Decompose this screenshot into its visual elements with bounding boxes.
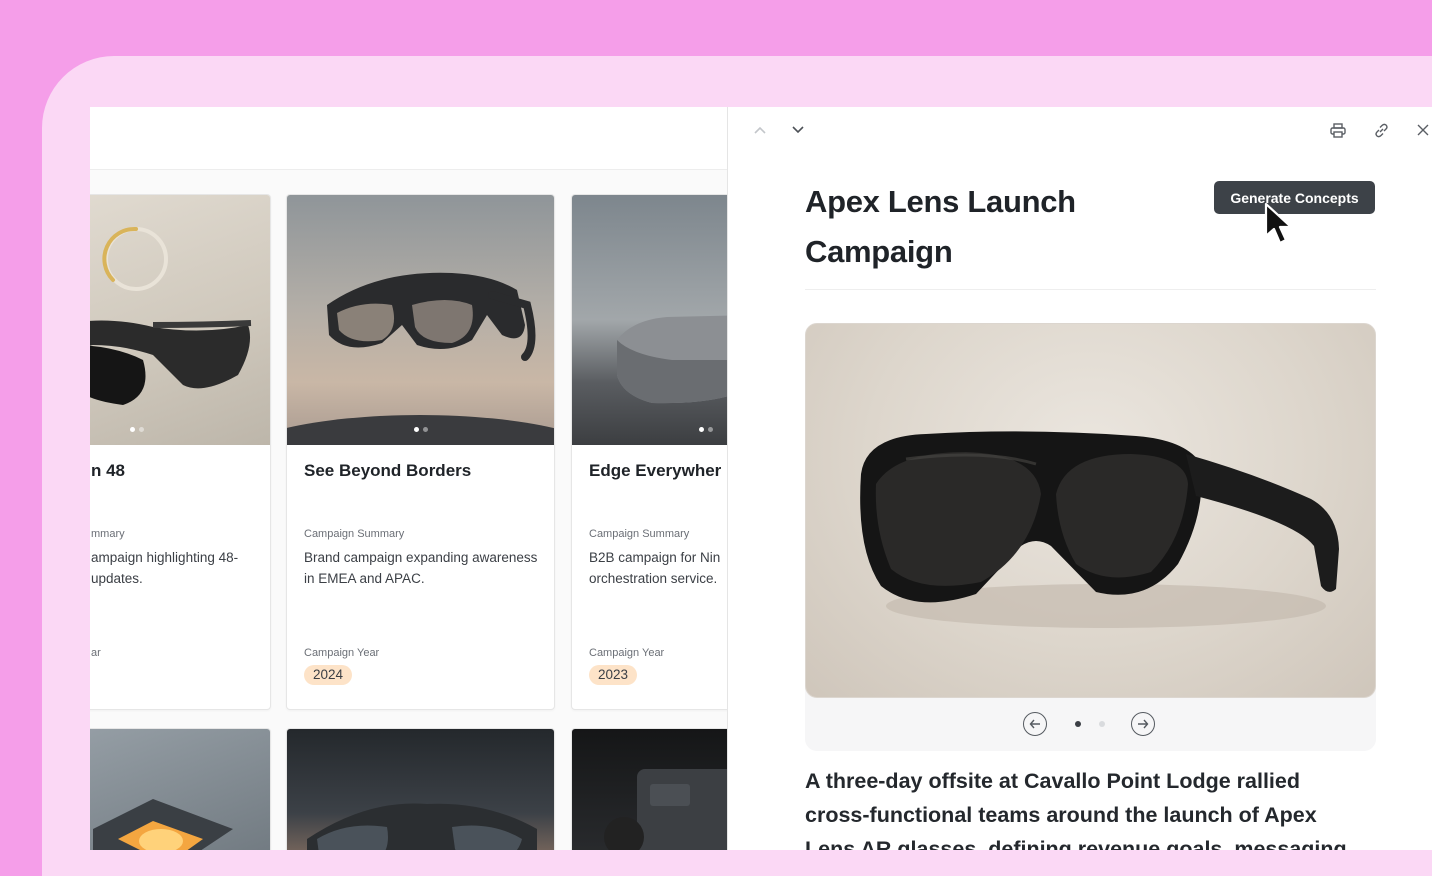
- summary-label: Campaign Summary: [589, 528, 690, 540]
- card-image: [90, 195, 270, 445]
- year-label: Campaign Year: [304, 647, 380, 659]
- year-label: Campaign Year: [589, 647, 665, 659]
- chevron-up-icon[interactable]: [750, 120, 770, 140]
- link-icon[interactable]: [1371, 120, 1391, 140]
- divider: [805, 289, 1376, 290]
- image-carousel: [805, 323, 1376, 751]
- summary-label: mmary: [91, 528, 125, 540]
- card-title: Edge Everywher: [589, 461, 722, 480]
- card-image: [287, 729, 554, 850]
- card-image: [572, 729, 727, 850]
- campaign-card[interactable]: n 48 mmary ampaign highlighting 48- upda…: [90, 194, 271, 710]
- summary-text: B2B campaign for Nin orchestration servi…: [589, 550, 721, 586]
- carousel-image: [805, 323, 1376, 698]
- campaign-card[interactable]: [571, 728, 727, 850]
- year-badge: 2023: [589, 665, 638, 685]
- card-image: [572, 195, 727, 445]
- card-image: [287, 195, 554, 445]
- year-label: ar: [91, 647, 101, 659]
- generate-concepts-button[interactable]: Generate Concepts: [1214, 181, 1375, 214]
- arrow-left-icon[interactable]: [1023, 712, 1047, 736]
- carousel-dot[interactable]: [1099, 721, 1105, 727]
- summary-text: Brand campaign expanding awareness in EM…: [304, 550, 538, 586]
- campaign-card[interactable]: See Beyond Borders Campaign Summary Bran…: [286, 194, 555, 710]
- carousel-dot-active[interactable]: [1075, 721, 1081, 727]
- card-image: [90, 729, 270, 850]
- campaign-card[interactable]: Edge Everywher Campaign Summary B2B camp…: [571, 194, 727, 710]
- summary-label: Campaign Summary: [304, 528, 405, 540]
- printer-icon[interactable]: [1328, 120, 1348, 140]
- campaign-card[interactable]: [90, 728, 271, 850]
- app-screen: n 48 mmary ampaign highlighting 48- upda…: [90, 107, 1432, 850]
- close-icon[interactable]: [1413, 120, 1432, 140]
- campaign-grid: n 48 mmary ampaign highlighting 48- upda…: [90, 107, 727, 850]
- summary-text: ampaign highlighting 48- updates.: [91, 550, 239, 586]
- year-badge: 2024: [304, 665, 353, 685]
- arrow-right-icon[interactable]: [1131, 712, 1155, 736]
- campaign-detail-panel: Apex Lens Launch Campaign Generate Conce…: [727, 107, 1432, 850]
- card-title: See Beyond Borders: [304, 461, 472, 480]
- chevron-down-icon[interactable]: [788, 120, 808, 140]
- campaign-title: Apex Lens Launch Campaign: [805, 184, 1076, 269]
- grid-toolbar: [90, 107, 727, 170]
- card-title: n 48: [91, 461, 126, 480]
- campaign-card[interactable]: [286, 728, 555, 850]
- campaign-description: A three-day offsite at Cavallo Point Lod…: [805, 769, 1347, 850]
